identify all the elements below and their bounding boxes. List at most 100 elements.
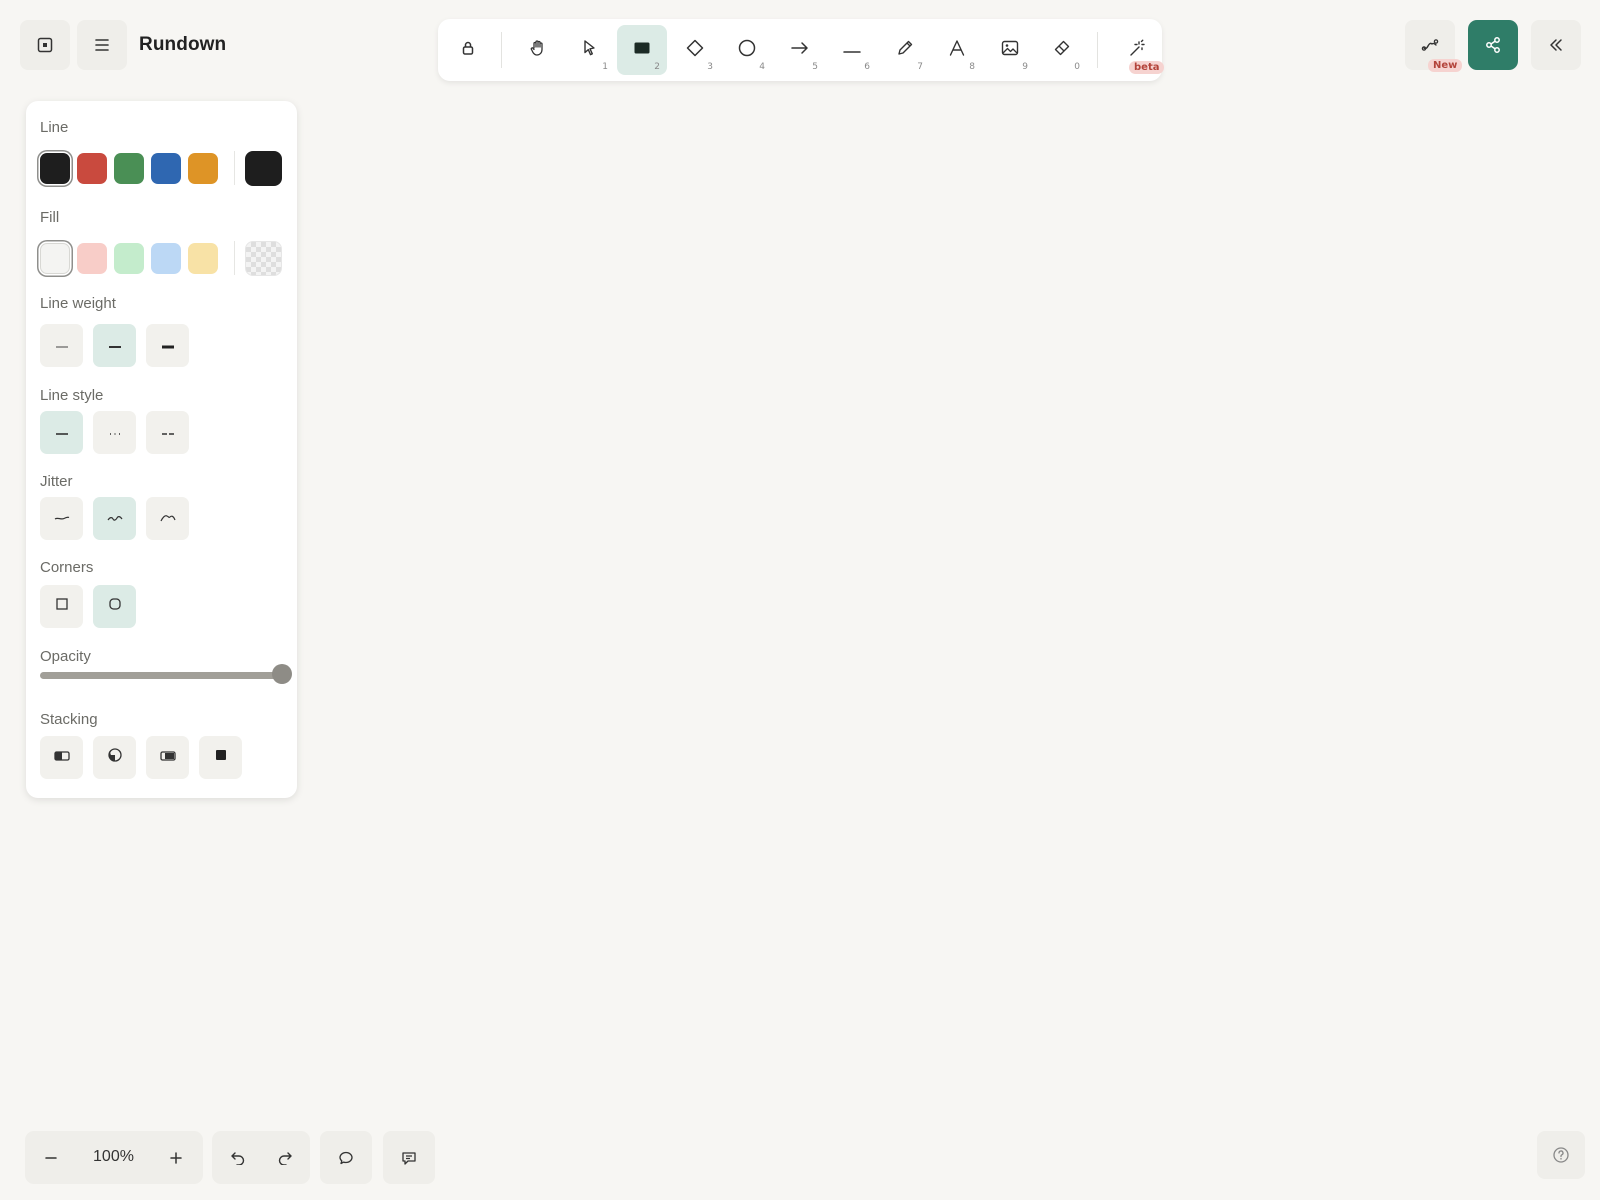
image-icon [1001,40,1019,61]
line-style-dashed-button[interactable] [146,411,189,454]
opacity-slider-track[interactable] [40,672,282,679]
line-color-swatch[interactable] [77,153,107,184]
rectangle-tool-button[interactable]: 2 [617,25,667,75]
arrow-right-icon [791,41,809,60]
hand-icon [529,39,547,62]
thin-line-icon [54,337,70,355]
beta-badge: beta [1129,61,1165,74]
chevrons-left-icon [1548,38,1564,52]
eraser-icon [1053,39,1071,62]
jitter-low-button[interactable] [93,497,136,540]
select-tool-button[interactable]: 1 [565,25,615,75]
eraser-tool-button[interactable]: 0 [1037,25,1087,75]
main-menu-button[interactable] [77,20,127,70]
toolbar-divider [1097,32,1098,68]
jitter-low-icon [106,510,124,528]
fill-color-swatch[interactable] [151,243,181,274]
message-icon [401,1150,417,1166]
redo-icon [277,1151,293,1165]
thick-line-icon [160,337,176,355]
line-custom-color-button[interactable] [245,151,282,186]
document-title[interactable]: Rundown [139,34,226,56]
tool-shortcut: 3 [707,62,713,72]
corners-round-button[interactable] [93,585,136,628]
corners-label: Corners [40,559,94,576]
pencil-icon [896,39,914,62]
bring-to-front-icon [214,748,228,767]
chat-button[interactable] [383,1131,435,1184]
sidebar-toggle-button[interactable] [20,20,70,70]
drawing-toolbar: 1 2 3 4 5 6 7 8 9 0 beta [438,19,1165,81]
tool-shortcut: 4 [759,62,765,72]
hand-tool-button[interactable] [513,25,563,75]
fill-color-swatch[interactable] [40,243,70,274]
zoom-level[interactable]: 100% [77,1148,150,1166]
zoom-in-button[interactable] [150,1131,202,1184]
style-panel: Line Fill Line weight Line style Jitter … [26,101,297,798]
zoom-out-button[interactable] [25,1131,77,1184]
round-corner-icon [108,597,122,616]
medium-line-icon [107,337,123,355]
line-style-solid-button[interactable] [40,411,83,454]
corners-sharp-button[interactable] [40,585,83,628]
tool-shortcut: 5 [812,62,818,72]
bring-forward-button[interactable] [146,736,189,779]
dotted-line-icon [107,424,123,442]
line-style-dotted-button[interactable] [93,411,136,454]
fill-color-swatch[interactable] [188,243,218,274]
fill-section-label: Fill [40,209,60,226]
line-weight-medium-button[interactable] [93,324,136,367]
line-color-swatch[interactable] [114,153,144,184]
speech-bubble-icon [338,1150,354,1166]
line-section-label: Line [40,119,69,136]
send-backward-icon [107,747,123,768]
diamond-tool-button[interactable]: 3 [670,25,720,75]
line-weight-thin-button[interactable] [40,324,83,367]
diamond-icon [686,39,704,62]
undo-button[interactable] [215,1131,261,1184]
swatch-divider [234,241,235,275]
share-button[interactable] [1468,20,1518,70]
pencil-tool-button[interactable]: 7 [880,25,930,75]
undo-icon [230,1151,246,1165]
rectangle-icon [633,40,651,61]
line-color-swatch[interactable] [188,153,218,184]
lock-icon [461,40,475,61]
help-icon [1552,1146,1570,1164]
stacking-label: Stacking [40,711,98,728]
collapse-panel-button[interactable] [1531,20,1581,70]
cursor-icon [582,39,598,62]
send-backward-button[interactable] [93,736,136,779]
ellipse-tool-button[interactable]: 4 [722,25,772,75]
line-style-label: Line style [40,387,104,404]
redo-button[interactable] [262,1131,308,1184]
hamburger-icon [94,38,110,52]
fill-color-swatch[interactable] [114,243,144,274]
fill-transparent-button[interactable] [245,241,282,276]
bring-forward-icon [159,749,177,767]
text-tool-button[interactable]: 8 [932,25,982,75]
lock-tool-button[interactable] [443,25,493,75]
jitter-none-button[interactable] [40,497,83,540]
jitter-label: Jitter [40,473,73,490]
text-icon [948,39,966,62]
ellipse-icon [738,39,756,62]
tool-shortcut: 1 [602,62,608,72]
line-color-swatch[interactable] [151,153,181,184]
send-to-back-icon [53,749,71,767]
image-tool-button[interactable]: 9 [985,25,1035,75]
line-tool-button[interactable]: 6 [827,25,877,75]
arrow-tool-button[interactable]: 5 [775,25,825,75]
jitter-high-button[interactable] [146,497,189,540]
opacity-slider-thumb[interactable] [272,664,292,684]
share-icon [1484,36,1502,54]
comment-button[interactable] [320,1131,372,1184]
fill-color-swatch[interactable] [77,243,107,274]
bring-to-front-button[interactable] [199,736,242,779]
send-to-back-button[interactable] [40,736,83,779]
help-button[interactable] [1537,1131,1585,1179]
line-weight-thick-button[interactable] [146,324,189,367]
jitter-high-icon [159,510,177,528]
sidebar-icon [37,37,53,53]
line-color-swatch[interactable] [40,153,70,184]
